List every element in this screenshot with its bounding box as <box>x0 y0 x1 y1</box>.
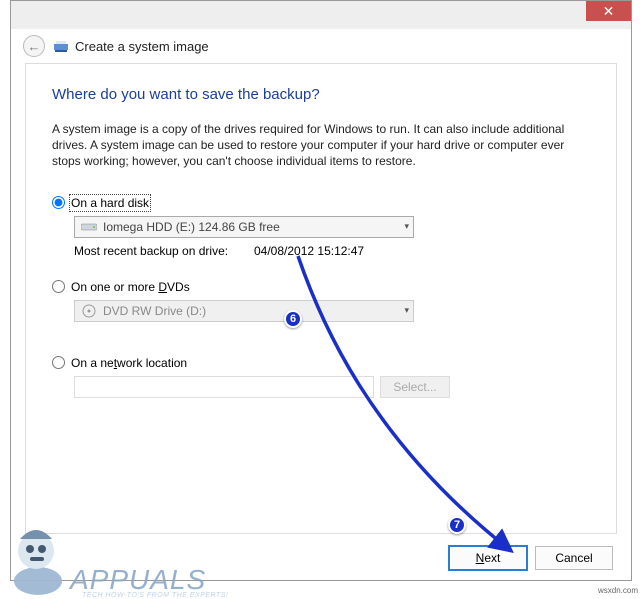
most-recent-backup-label: Most recent backup on drive: <box>74 244 254 258</box>
dropdown-dvds-value: DVD RW Drive (D:) <box>103 304 206 318</box>
hdd-icon <box>81 220 97 234</box>
dropdown-hard-disk-value: Iomega HDD (E:) 124.86 GB free <box>103 220 280 234</box>
wizard-title: Create a system image <box>75 39 209 54</box>
origin-text: wsxdn.com <box>598 586 638 595</box>
most-recent-backup: Most recent backup on drive: 04/08/2012 … <box>74 244 590 258</box>
watermark-tagline: TECH HOW-TO'S FROM THE EXPERTS! <box>82 592 228 599</box>
most-recent-backup-value: 04/08/2012 15:12:47 <box>254 244 364 258</box>
chevron-down-icon: ▾ <box>404 305 409 316</box>
radio-hard-disk[interactable] <box>52 196 65 209</box>
system-image-icon <box>53 38 69 54</box>
option-dvds: On one or more DVDs DVD RW Drive (D:) ▾ <box>52 280 590 322</box>
page-description: A system image is a copy of the drives r… <box>52 121 590 170</box>
radio-hard-disk-label[interactable]: On a hard disk <box>71 196 149 210</box>
chevron-down-icon: ▾ <box>404 221 409 232</box>
option-network: On a network location Select... <box>52 356 590 398</box>
close-button[interactable]: ✕ <box>586 1 631 21</box>
annotation-badge-7: 7 <box>448 516 466 534</box>
network-select-button: Select... <box>380 376 450 398</box>
page-heading: Where do you want to save the backup? <box>52 86 590 103</box>
dropdown-hard-disk[interactable]: Iomega HDD (E:) 124.86 GB free ▾ <box>74 216 414 238</box>
next-button-rest: ext <box>484 551 500 565</box>
wizard-content: Where do you want to save the backup? A … <box>25 63 617 534</box>
back-button[interactable]: ← <box>23 35 45 57</box>
network-path-input <box>74 376 374 398</box>
radio-network[interactable] <box>52 356 65 369</box>
annotation-badge-6: 6 <box>284 310 302 328</box>
arrow-left-icon: ← <box>28 39 41 54</box>
radio-dvds-label-text: On one or more DVDs <box>71 280 190 294</box>
option-hard-disk: On a hard disk Iomega HDD (E:) 124.86 GB… <box>52 196 590 258</box>
radio-dvds-label[interactable]: On one or more DVDs <box>71 280 190 294</box>
watermark-brand: APPUALS <box>70 564 206 595</box>
next-button[interactable]: Next <box>449 546 527 570</box>
dropdown-dvds: DVD RW Drive (D:) ▾ <box>74 300 414 322</box>
wizard-header: ← Create a system image <box>11 29 631 57</box>
wizard-footer: Next Cancel <box>449 546 613 570</box>
titlebar: ✕ <box>11 1 631 29</box>
wizard-window: ✕ ← Create a system image Where do you w… <box>10 0 632 581</box>
watermark: APPUALS TECH HOW-TO'S FROM THE EXPERTS! <box>0 564 228 599</box>
radio-network-label-text: On a network location <box>71 356 187 370</box>
dvd-icon <box>81 304 97 318</box>
radio-network-label[interactable]: On a network location <box>71 356 187 370</box>
radio-dvds[interactable] <box>52 280 65 293</box>
cancel-button[interactable]: Cancel <box>535 546 613 570</box>
